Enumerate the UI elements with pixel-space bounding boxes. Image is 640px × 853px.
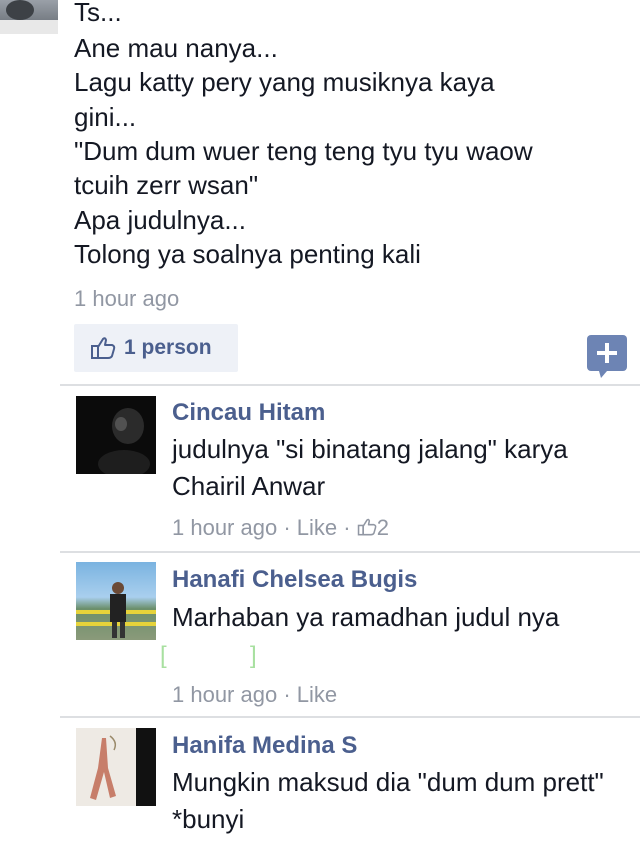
divider [60, 384, 640, 386]
commenter-name[interactable]: Cincau Hitam [172, 399, 325, 427]
commenter-avatar[interactable] [76, 396, 156, 474]
commenter-name[interactable]: Hanifa Medina S [172, 732, 357, 760]
avatar-photo [0, 0, 58, 34]
divider [60, 551, 640, 553]
post-line: "Dum dum wuer teng teng tyu tyu waow [74, 136, 533, 166]
post-line: Ts... [74, 0, 122, 27]
post-line: Lagu katty pery yang musiknya kaya [74, 67, 495, 97]
comment-text: judulnya "si binatang jalang" karya Chai… [172, 431, 568, 505]
comment-like-count[interactable]: 2 [377, 515, 389, 540]
avatar-photo [90, 728, 156, 806]
add-comment-button[interactable] [587, 335, 627, 378]
comment-line: *bunyi [172, 804, 245, 834]
commenter-name[interactable]: Hanafi Chelsea Bugis [172, 566, 417, 594]
post-author-avatar[interactable] [0, 0, 58, 34]
comment-text: Marhaban ya ramadhan judul nya [172, 599, 559, 636]
meta-separator: · [283, 682, 291, 707]
comment-text: Mungkin maksud dia "dum dum prett" *buny… [172, 764, 604, 838]
post-line: gini... [74, 102, 137, 132]
post-line: Apa judulnya... [74, 205, 247, 235]
avatar-photo [76, 582, 156, 638]
comment-meta: 1 hour ago · Like · 2 [172, 515, 389, 541]
selection-bracket-right: ] [250, 642, 257, 669]
thumbs-up-icon [357, 517, 377, 537]
divider [60, 716, 640, 718]
comment-line: Mungkin maksud dia "dum dum prett" [172, 767, 604, 797]
post-timestamp[interactable]: 1 hour ago [74, 286, 179, 312]
post-likes-box[interactable]: 1 person [74, 324, 238, 372]
post-line: Ane mau nanya... [74, 33, 278, 63]
commenter-avatar[interactable] [76, 562, 156, 640]
likes-count-label: 1 person [124, 336, 212, 359]
comment-timestamp[interactable]: 1 hour ago [172, 515, 277, 540]
comment-timestamp[interactable]: 1 hour ago [172, 682, 277, 707]
plus-icon [587, 335, 627, 378]
comment-like-link[interactable]: Like [297, 515, 337, 540]
comment-like-link[interactable]: Like [297, 682, 337, 707]
thumbs-up-icon [90, 336, 116, 360]
selection-bracket-left: [ [160, 642, 167, 669]
avatar-photo [98, 408, 150, 474]
post-line: Tolong ya soalnya penting kali [74, 239, 421, 269]
comment-line: Chairil Anwar [172, 471, 326, 501]
comment-line: Marhaban ya ramadhan judul nya [172, 602, 560, 632]
meta-separator: · [283, 515, 291, 540]
post-line: tcuih zerr wsan" [74, 170, 259, 200]
meta-separator: · [343, 515, 351, 540]
comment-line: judulnya "si binatang jalang" karya [172, 434, 568, 464]
comment-meta: 1 hour ago · Like [172, 682, 337, 708]
commenter-avatar[interactable] [76, 728, 156, 806]
